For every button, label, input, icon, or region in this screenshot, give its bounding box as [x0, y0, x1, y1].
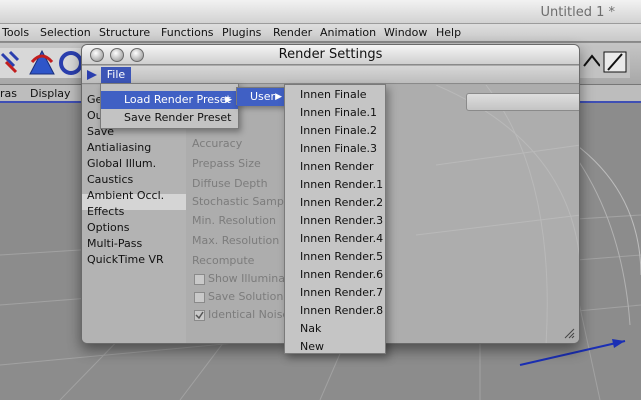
preset-item[interactable]: Innen Finale: [300, 88, 367, 101]
show-illumination-checkbox[interactable]: [194, 274, 205, 285]
preset-item[interactable]: Innen Finale.2: [300, 124, 377, 137]
document-title: Untitled 1 *: [540, 5, 615, 20]
render-settings-menubar: File: [82, 66, 579, 84]
diffuse-depth-label: Diffuse Depth: [192, 177, 268, 190]
app-titlebar: Untitled 1 *: [0, 0, 641, 24]
viewport-menu-display[interactable]: Display: [30, 87, 71, 100]
menu-selection[interactable]: Selection: [40, 26, 91, 39]
sidebar-item-quicktime-vr[interactable]: QuickTime VR: [87, 253, 164, 266]
save-render-preset-item[interactable]: Save Render Preset: [101, 109, 238, 127]
submenu-arrow-icon: ▶: [275, 92, 282, 102]
preset-item[interactable]: Innen Finale.1: [300, 106, 377, 119]
sidebar-item-caustics[interactable]: Caustics: [87, 173, 133, 186]
preset-item[interactable]: Innen Finale.3: [300, 142, 377, 155]
user-presets-item[interactable]: User ▶: [237, 88, 286, 106]
identical-noise-checkbox[interactable]: [194, 310, 205, 321]
sidebar-item-options[interactable]: Options: [87, 221, 129, 234]
menu-functions[interactable]: Functions: [161, 26, 214, 39]
prepass-size-label: Prepass Size: [192, 157, 261, 170]
load-render-preset-label: Load Render Preset: [124, 93, 231, 106]
render-settings-titlebar[interactable]: Render Settings: [82, 45, 579, 65]
max-resolution-label: Max. Resolution: [192, 234, 280, 247]
close-window-button[interactable]: [90, 48, 104, 62]
menu-window[interactable]: Window: [384, 26, 427, 39]
scale-tool-icon[interactable]: [0, 48, 30, 78]
window-menu-icon[interactable]: [85, 68, 99, 82]
resize-grip-icon[interactable]: [563, 327, 575, 339]
save-render-preset-label: Save Render Preset: [124, 111, 232, 124]
menu-structure[interactable]: Structure: [99, 26, 150, 39]
app-menubar: Tools Selection Structure Functions Plug…: [0, 24, 641, 42]
preset-item[interactable]: Innen Render.8: [300, 304, 383, 317]
save-solution-checkbox[interactable]: [194, 292, 205, 303]
preset-item[interactable]: Innen Render.1: [300, 178, 383, 191]
menu-animation[interactable]: Animation: [320, 26, 376, 39]
submenu-arrow-icon: ▶: [225, 95, 232, 105]
user-presets-label: User: [250, 90, 276, 103]
preset-item[interactable]: Nak: [300, 322, 321, 335]
preset-item[interactable]: Innen Render: [300, 160, 374, 173]
minimize-window-button[interactable]: [110, 48, 124, 62]
min-resolution-label: Min. Resolution: [192, 214, 276, 227]
load-render-preset-item[interactable]: Load Render Preset ▶: [101, 91, 238, 109]
render-settings-title: Render Settings: [278, 47, 383, 62]
menu-plugins[interactable]: Plugins: [222, 26, 261, 39]
preset-item[interactable]: Innen Render.5: [300, 250, 383, 263]
sidebar-item-global-illumination[interactable]: Global Illum.: [87, 157, 156, 170]
menu-render[interactable]: Render: [273, 26, 312, 39]
viewport-menu-cameras[interactable]: ras: [0, 87, 17, 100]
sidebar-item-multi-pass[interactable]: Multi-Pass: [87, 237, 142, 250]
preset-mode-select[interactable]: ▲▼: [466, 93, 579, 111]
sidebar-item-effects[interactable]: Effects: [87, 205, 124, 218]
zoom-window-button[interactable]: [130, 48, 144, 62]
preset-item[interactable]: Innen Render.3: [300, 214, 383, 227]
file-menu[interactable]: File: [101, 67, 131, 83]
menu-help[interactable]: Help: [436, 26, 461, 39]
sidebar-item-antialiasing[interactable]: Antialiasing: [87, 141, 151, 154]
checkmark-icon: [195, 311, 204, 320]
load-preset-submenu: User ▶: [236, 87, 287, 106]
preset-item[interactable]: Innen Render.2: [300, 196, 383, 209]
user-presets-menu: Innen Finale Innen Finale.1 Innen Finale…: [284, 84, 386, 354]
rotate-tool-icon[interactable]: [27, 48, 57, 78]
sidebar-item-ambient-occlusion[interactable]: Ambient Occl.: [87, 189, 164, 202]
preset-item[interactable]: New: [300, 340, 324, 353]
file-dropdown-menu: Load Render Preset ▶ Save Render Preset: [100, 83, 239, 129]
menu-tools[interactable]: Tools: [2, 26, 29, 39]
render-view-icon[interactable]: [600, 48, 630, 78]
accuracy-label: Accuracy: [192, 137, 243, 150]
save-solution-label: Save Solution: [208, 290, 284, 303]
preset-item[interactable]: Innen Render.4: [300, 232, 383, 245]
show-illumination-label: Show Illuminati: [208, 272, 293, 285]
preset-item[interactable]: Innen Render.6: [300, 268, 383, 281]
recompute-label: Recompute: [192, 254, 255, 267]
preset-item[interactable]: Innen Render.7: [300, 286, 383, 299]
